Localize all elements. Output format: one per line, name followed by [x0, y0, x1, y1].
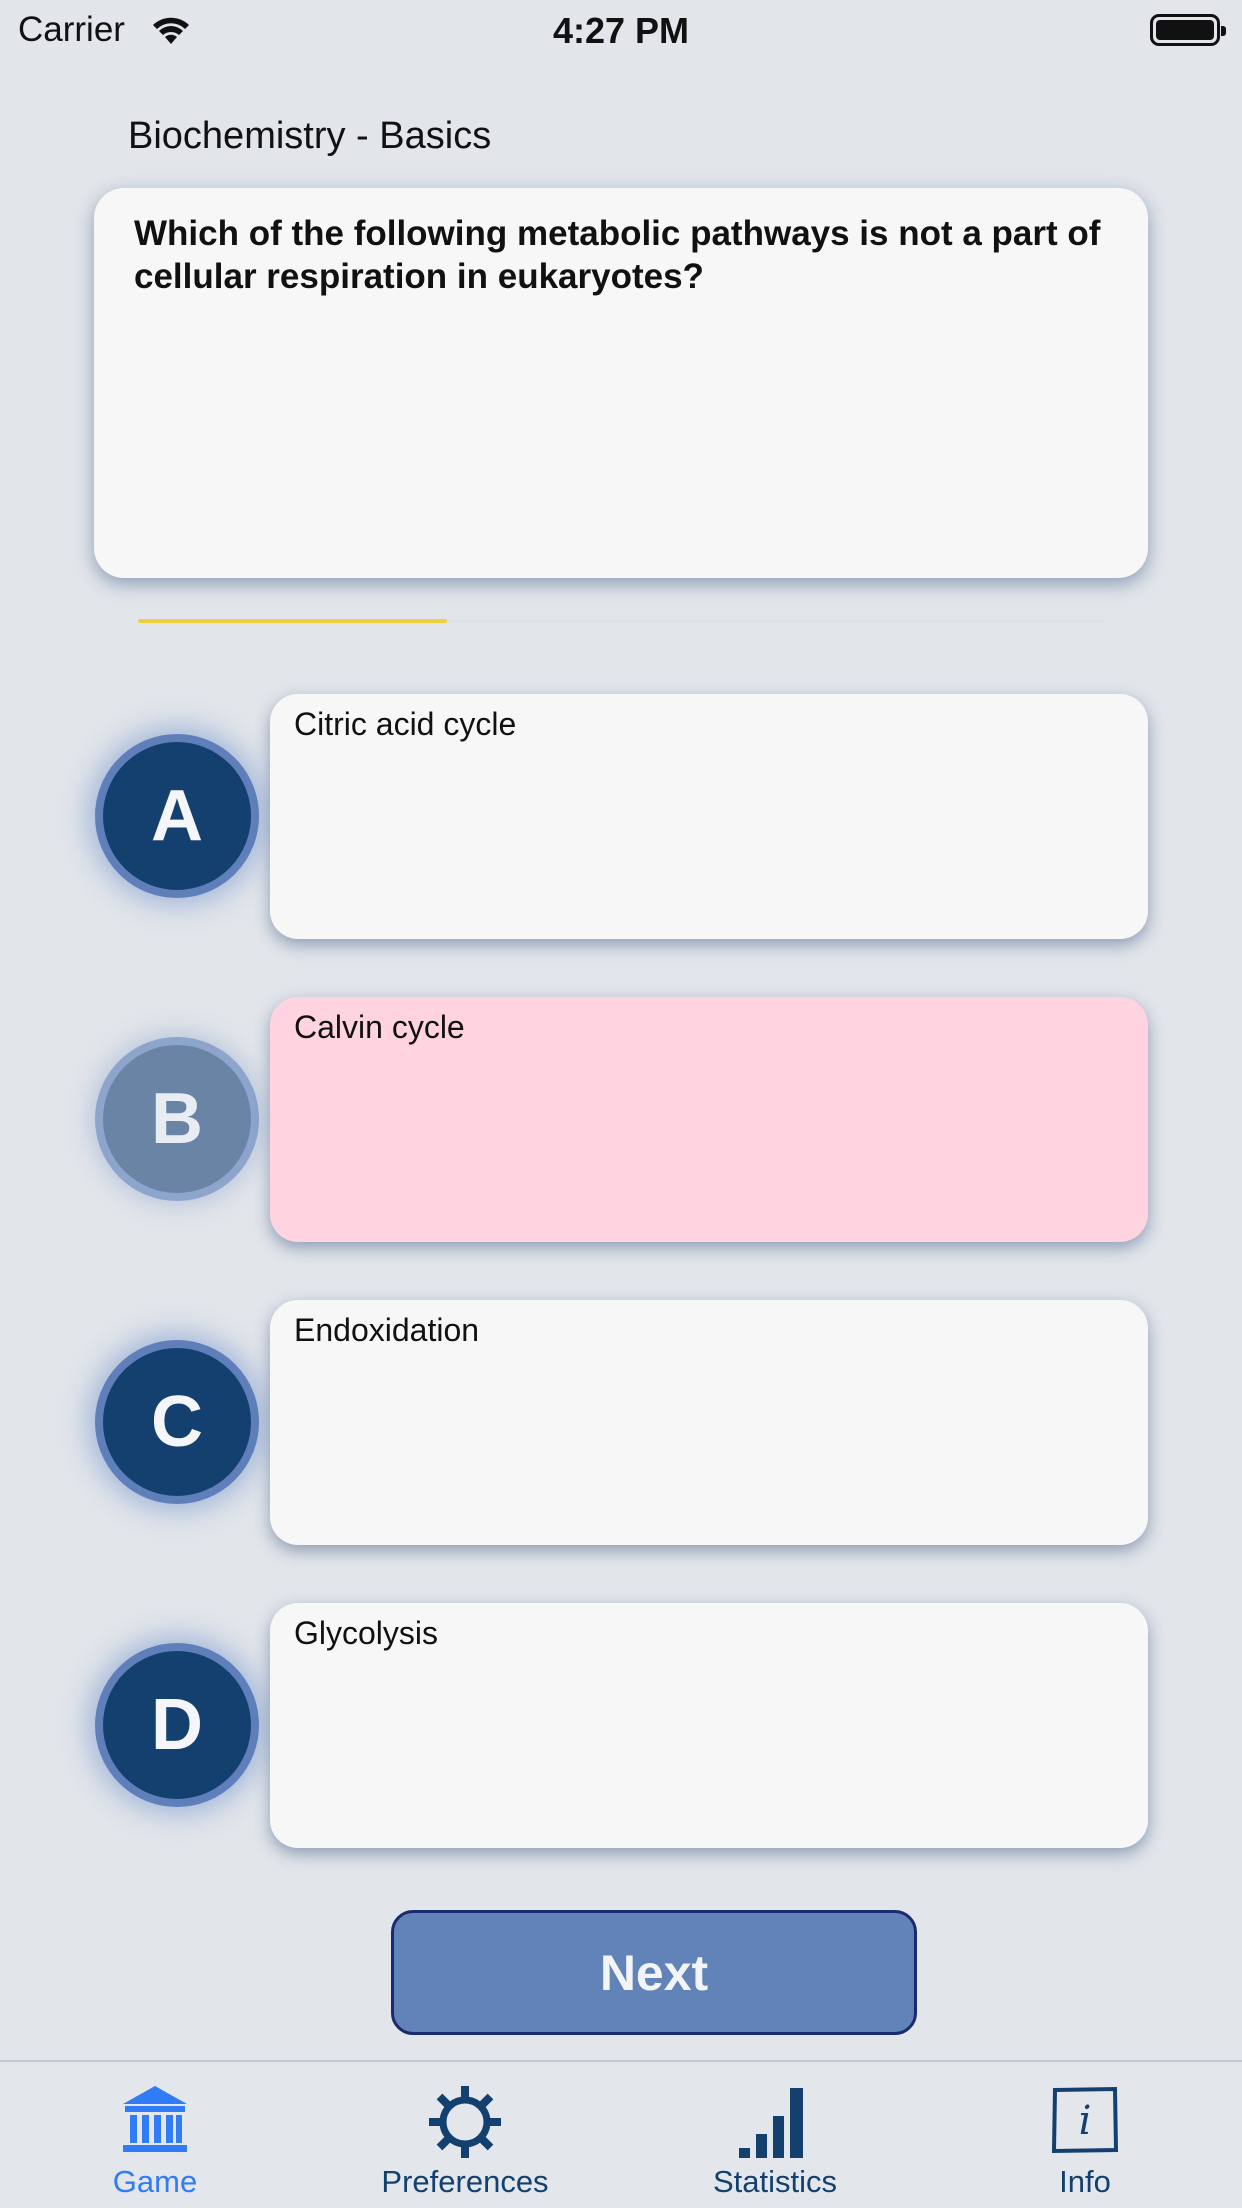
- tab-game[interactable]: Game: [0, 2062, 310, 2208]
- tab-info-label: Info: [1059, 2164, 1111, 2199]
- question-card: Which of the following metabolic pathway…: [94, 188, 1148, 578]
- answer-row-a: A Citric acid cycle: [0, 694, 1242, 939]
- timer-bar-fill: [138, 619, 448, 623]
- tab-statistics[interactable]: Statistics: [620, 2062, 930, 2208]
- answer-a-text: Citric acid cycle: [294, 706, 517, 742]
- status-bar: Carrier 4:27 PM: [0, 0, 1242, 62]
- answer-b-option[interactable]: Calvin cycle: [270, 997, 1148, 1242]
- answer-c-letter-button[interactable]: C: [95, 1340, 259, 1504]
- tab-statistics-label: Statistics: [712, 2164, 838, 2199]
- svg-text:i: i: [1079, 2098, 1092, 2144]
- answer-row-d: D Glycolysis: [0, 1603, 1242, 1848]
- answer-b-letter-button[interactable]: B: [95, 1037, 259, 1201]
- answer-c-text: Endoxidation: [294, 1312, 480, 1348]
- answer-d-option[interactable]: Glycolysis: [270, 1603, 1148, 1848]
- question-text: Which of the following metabolic pathway…: [134, 214, 1101, 296]
- battery-icon: [1150, 14, 1226, 46]
- tab-game-label: Game: [112, 2164, 198, 2199]
- tab-info[interactable]: i Info: [930, 2062, 1240, 2208]
- status-time: 4:27 PM: [552, 10, 690, 51]
- category-title: Biochemistry - Basics: [128, 115, 492, 157]
- gear-icon: [429, 2086, 501, 2158]
- next-button[interactable]: Next: [391, 1910, 917, 2035]
- answer-d-text: Glycolysis: [294, 1615, 439, 1651]
- answer-c-option[interactable]: Endoxidation: [270, 1300, 1148, 1545]
- tab-preferences-label: Preferences: [381, 2164, 549, 2199]
- tab-preferences[interactable]: Preferences: [310, 2062, 620, 2208]
- bar-chart-icon: [739, 2088, 803, 2158]
- answer-a-letter-button[interactable]: A: [95, 734, 259, 898]
- answer-row-c: C Endoxidation: [0, 1300, 1242, 1545]
- answer-row-b: B Calvin cycle: [0, 997, 1242, 1242]
- answer-d-letter-button[interactable]: D: [95, 1643, 259, 1807]
- bank-icon: [123, 2086, 187, 2152]
- answer-b-text: Calvin cycle: [294, 1009, 465, 1045]
- info-icon: i: [1051, 2086, 1119, 2154]
- answer-a-option[interactable]: Citric acid cycle: [270, 694, 1148, 939]
- timer-bar: [138, 619, 1104, 623]
- tab-bar: Game Preferences Statistics i Info: [0, 2060, 1242, 2208]
